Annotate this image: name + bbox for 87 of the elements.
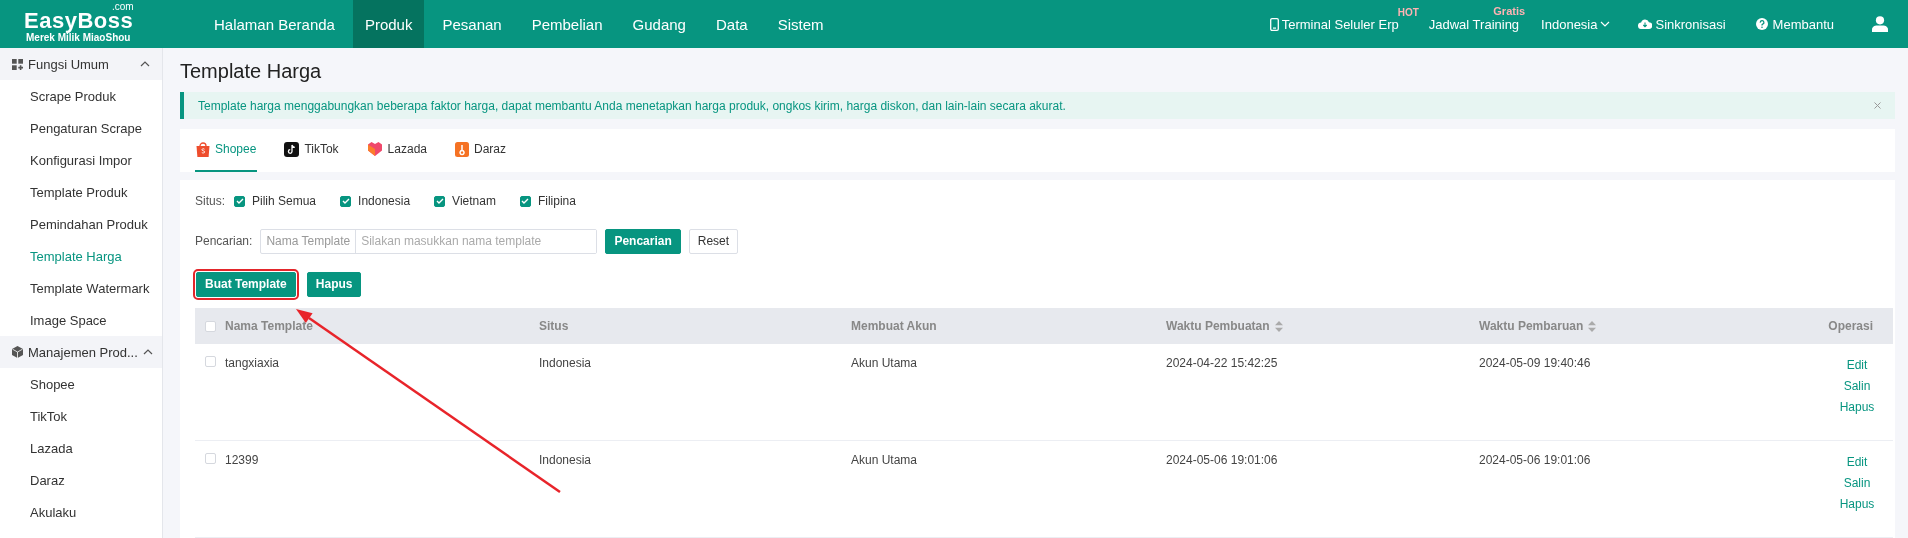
checkbox[interactable] xyxy=(340,195,352,207)
checkbox-label[interactable]: Indonesia xyxy=(358,194,411,208)
training-schedule-link[interactable]: Jadwal Training xyxy=(1428,16,1520,32)
table-cell: tangxiaxia xyxy=(225,356,280,370)
sidebar-item[interactable]: Template Watermark xyxy=(0,272,162,304)
nav-tab[interactable]: Halaman Beranda xyxy=(202,0,347,48)
row-action-link[interactable]: Edit xyxy=(1841,451,1873,472)
sidebar-item[interactable]: Image Space xyxy=(0,304,162,336)
page-title: Template Harga xyxy=(180,58,323,84)
mobile-terminal-link[interactable]: Terminal Seluler Erp xyxy=(1281,16,1399,32)
sidebar-item[interactable]: Scrape Produk xyxy=(0,80,162,112)
row-action-link[interactable]: Edit xyxy=(1841,354,1873,375)
grid-icon xyxy=(12,58,23,70)
checkbox[interactable] xyxy=(519,195,531,207)
sidebar-item[interactable]: Konfigurasi Impor xyxy=(0,144,162,176)
column-header: Nama Template xyxy=(225,319,313,333)
search-field[interactable]: Nama Template Silakan masukkan nama template xyxy=(260,228,598,254)
music-note-icon xyxy=(284,141,300,157)
action-button[interactable]: Buat Template xyxy=(196,271,296,297)
reset-button[interactable]: Reset xyxy=(688,228,739,254)
sidebar-item[interactable]: Pengaturan Scrape xyxy=(0,112,162,144)
chevron-down-icon xyxy=(1600,21,1611,27)
column-header: Situs xyxy=(539,319,569,333)
table-cell: Indonesia xyxy=(539,453,592,467)
info-text: Template harga menggabungkan beberapa faktor harga, dapat membantu Anda menetapkan harga produk, ongkos kirim, harga diskon, dan lain-lain secara akurat. xyxy=(198,98,1067,113)
nav-tab[interactable]: Data xyxy=(703,0,760,48)
nav-tab[interactable]: Pesanan xyxy=(430,0,514,48)
checkbox-label[interactable]: Vietnam xyxy=(452,194,496,208)
sidebar-item[interactable]: Daraz xyxy=(0,464,162,496)
sidebar-item[interactable]: Shopee xyxy=(0,368,162,400)
heart-icon xyxy=(366,142,383,157)
table-cell: 2024-05-06 19:01:06 xyxy=(1166,453,1278,467)
cloud-download-icon xyxy=(1638,19,1653,29)
language-dropdown[interactable]: Indonesia xyxy=(1541,16,1611,32)
checkbox-label[interactable]: Pilih Semua xyxy=(252,194,317,208)
sidebar-item[interactable]: Template Produk xyxy=(0,176,162,208)
help-icon xyxy=(1755,18,1768,30)
cube-icon xyxy=(12,346,23,358)
sync-link[interactable]: Sinkronisasi xyxy=(1655,16,1726,32)
platform-tab[interactable]: TikTok xyxy=(283,128,340,172)
logo-suffix: .com xyxy=(112,1,134,11)
platform-tab[interactable]: Daraz xyxy=(454,128,507,172)
phone-icon xyxy=(1269,17,1279,31)
sidebar-group-header[interactable]: Fungsi Umum xyxy=(0,48,162,80)
platform-tab[interactable]: Lazada xyxy=(365,128,428,172)
checkbox[interactable] xyxy=(434,195,446,207)
site-label: Situs: xyxy=(195,194,225,208)
sidebar-item[interactable]: Lazada xyxy=(0,432,162,464)
hot-label: HOT xyxy=(1397,6,1419,18)
nav-tab[interactable]: Sistem xyxy=(765,0,836,48)
row-action-link[interactable]: Hapus xyxy=(1841,396,1873,417)
checkbox-label[interactable]: Filipina xyxy=(537,194,576,208)
nav-tab[interactable]: Gudang xyxy=(620,0,698,48)
search-label: Pencarian: xyxy=(195,234,253,248)
nav-tab[interactable]: Produk xyxy=(352,0,425,48)
table-cell: 2024-05-06 19:01:06 xyxy=(1479,453,1591,467)
column-header[interactable]: Waktu Pembaruan xyxy=(1479,319,1584,333)
nav-tab[interactable]: Pembelian xyxy=(519,0,615,48)
table-cell: Akun Utama xyxy=(851,356,918,370)
row-action-link[interactable]: Hapus xyxy=(1841,493,1873,514)
shopping-bag-icon xyxy=(196,141,210,157)
platform-tab[interactable]: Shopee xyxy=(195,128,258,172)
checkbox[interactable] xyxy=(234,195,245,207)
table-cell: 12399 xyxy=(225,453,259,467)
sidebar-group-header[interactable]: Manajemen Prod... xyxy=(0,336,162,368)
sidebar-item[interactable]: Template Harga xyxy=(0,240,162,272)
action-button[interactable]: Hapus xyxy=(306,271,362,297)
sort-icon[interactable] xyxy=(1274,320,1283,332)
row-action-link[interactable]: Salin xyxy=(1841,375,1873,396)
user-icon[interactable] xyxy=(1872,16,1888,32)
column-header: Operasi xyxy=(1828,319,1873,333)
table-cell: Indonesia xyxy=(539,356,592,370)
sidebar-item[interactable]: Akulaku xyxy=(0,496,162,528)
help-link[interactable]: Membantu xyxy=(1772,16,1834,32)
table-cell: 2024-05-09 19:40:46 xyxy=(1479,356,1591,370)
logo-tagline: Merek Milik MiaoShou xyxy=(26,31,131,43)
sort-icon[interactable] xyxy=(1588,320,1597,332)
table-cell: Akun Utama xyxy=(851,453,918,467)
table-cell: 2024-04-22 15:42:25 xyxy=(1166,356,1278,370)
row-action-link[interactable]: Salin xyxy=(1841,472,1873,493)
free-label: Gratis xyxy=(1493,4,1526,17)
sidebar-item[interactable]: TikTok xyxy=(0,400,162,432)
column-header: Membuat Akun xyxy=(851,319,937,333)
search-button[interactable]: Pencarian xyxy=(605,228,681,254)
column-header[interactable]: Waktu Pembuatan xyxy=(1166,319,1270,333)
sidebar-item[interactable]: Pemindahan Produk xyxy=(0,208,162,240)
close-icon[interactable] xyxy=(1874,102,1881,109)
